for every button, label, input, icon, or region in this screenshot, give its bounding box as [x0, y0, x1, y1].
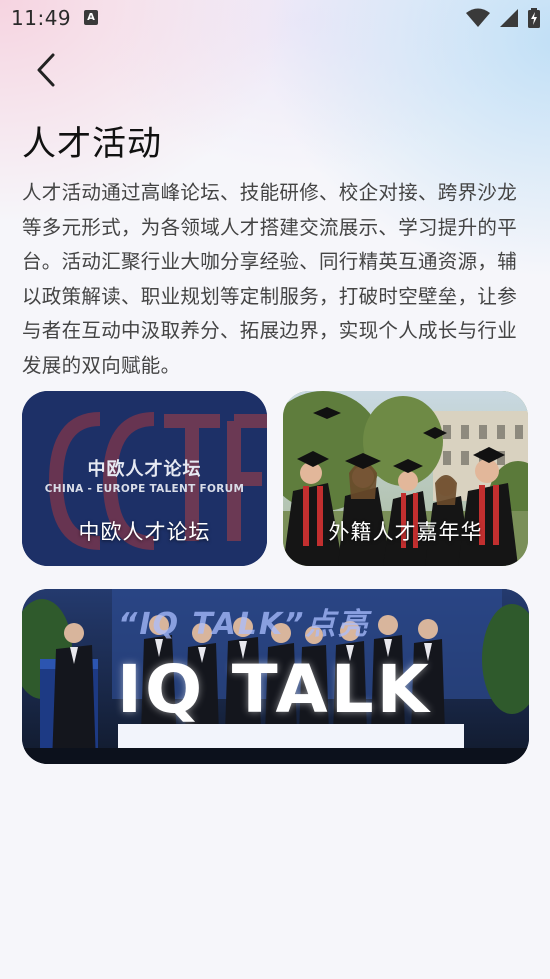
- back-button[interactable]: [26, 50, 66, 90]
- wifi-icon: [465, 8, 490, 27]
- page-title: 人才活动: [22, 124, 162, 164]
- forum-logo-english: CHINA - EUROPE TALENT FORUM: [44, 483, 245, 495]
- chevron-left-icon: [37, 53, 55, 87]
- battery-icon: [528, 8, 540, 28]
- forum-logo-chinese: 中欧人才论坛: [87, 459, 202, 480]
- card-caption: 外籍人才嘉年华: [328, 520, 483, 544]
- status-bar: 11:49 A: [0, 0, 550, 36]
- signal-icon: [499, 9, 518, 27]
- iq-talk-banner-title: “IQ TALK”点亮: [118, 607, 370, 642]
- status-time: 11:49: [11, 6, 72, 30]
- intro-paragraph: 人才活动通过高峰论坛、技能研修、校企对接、跨界沙龙等多元形式，为各领域人才搭建交…: [22, 181, 518, 377]
- iq-talk-stage-letters: IQ TALK: [116, 651, 432, 728]
- notification-icon: A: [84, 10, 98, 25]
- status-icons: [462, 8, 540, 28]
- card-iq-talk[interactable]: “IQ TALK”点亮 IQ TALK: [22, 589, 529, 764]
- card-china-europe-talent-forum[interactable]: 中欧人才论坛 CHINA - EUROPE TALENT FORUM 中欧人才论…: [22, 391, 267, 566]
- card-caption: 中欧人才论坛: [78, 520, 211, 544]
- card-foreign-talent-carnival[interactable]: 外籍人才嘉年华: [283, 391, 528, 566]
